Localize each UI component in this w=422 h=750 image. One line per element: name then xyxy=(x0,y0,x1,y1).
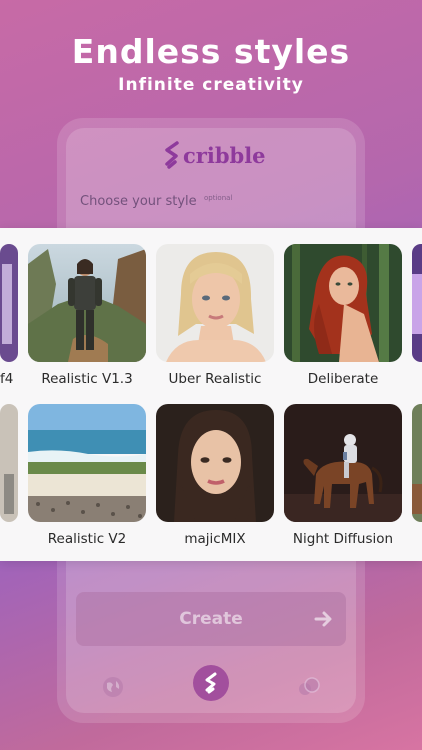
hero-subtitle: Infinite creativity xyxy=(118,75,304,95)
brunette-woman-portrait-icon xyxy=(156,404,274,522)
soldier-woman-canyon-icon xyxy=(28,244,146,362)
style-name: Night Diffusion xyxy=(292,531,394,547)
app-logo: cribble xyxy=(163,137,266,173)
choose-style-label: Choose your style xyxy=(80,194,197,209)
group-icon[interactable] xyxy=(297,676,321,698)
astronaut-on-horse-icon xyxy=(284,404,402,522)
style-thumb[interactable] xyxy=(156,244,274,362)
partial-style-thumb-left-1[interactable] xyxy=(0,244,18,362)
nav-center-button[interactable] xyxy=(193,665,229,701)
scribble-logo-icon xyxy=(205,672,217,694)
create-button[interactable]: Create xyxy=(76,592,346,646)
scribble-logo-icon xyxy=(165,141,179,169)
style-thumb[interactable] xyxy=(284,404,402,522)
style-thumb[interactable] xyxy=(156,404,274,522)
style-thumb[interactable] xyxy=(28,404,146,522)
style-thumb[interactable] xyxy=(284,244,402,362)
globe-icon[interactable] xyxy=(102,676,124,698)
create-button-label: Create xyxy=(179,609,243,629)
beach-landscape-icon xyxy=(28,404,146,522)
partial-style-thumb-right-2[interactable] xyxy=(412,404,422,522)
partial-style-thumb-left-2[interactable] xyxy=(0,404,18,522)
style-thumb[interactable] xyxy=(28,244,146,362)
style-name: Deliberate xyxy=(307,371,379,387)
partial-style-thumb-right-1[interactable] xyxy=(412,244,422,362)
arrow-right-icon xyxy=(314,611,332,627)
app-logo-text: cribble xyxy=(183,142,266,168)
style-strip: f4 Realistic V1.3 Uber Realistic Deliber… xyxy=(0,228,422,561)
hero-title: Endless styles xyxy=(71,32,351,71)
optional-label: optional xyxy=(204,194,233,202)
blonde-woman-portrait-icon xyxy=(156,244,274,362)
redhead-woman-forest-icon xyxy=(284,244,402,362)
